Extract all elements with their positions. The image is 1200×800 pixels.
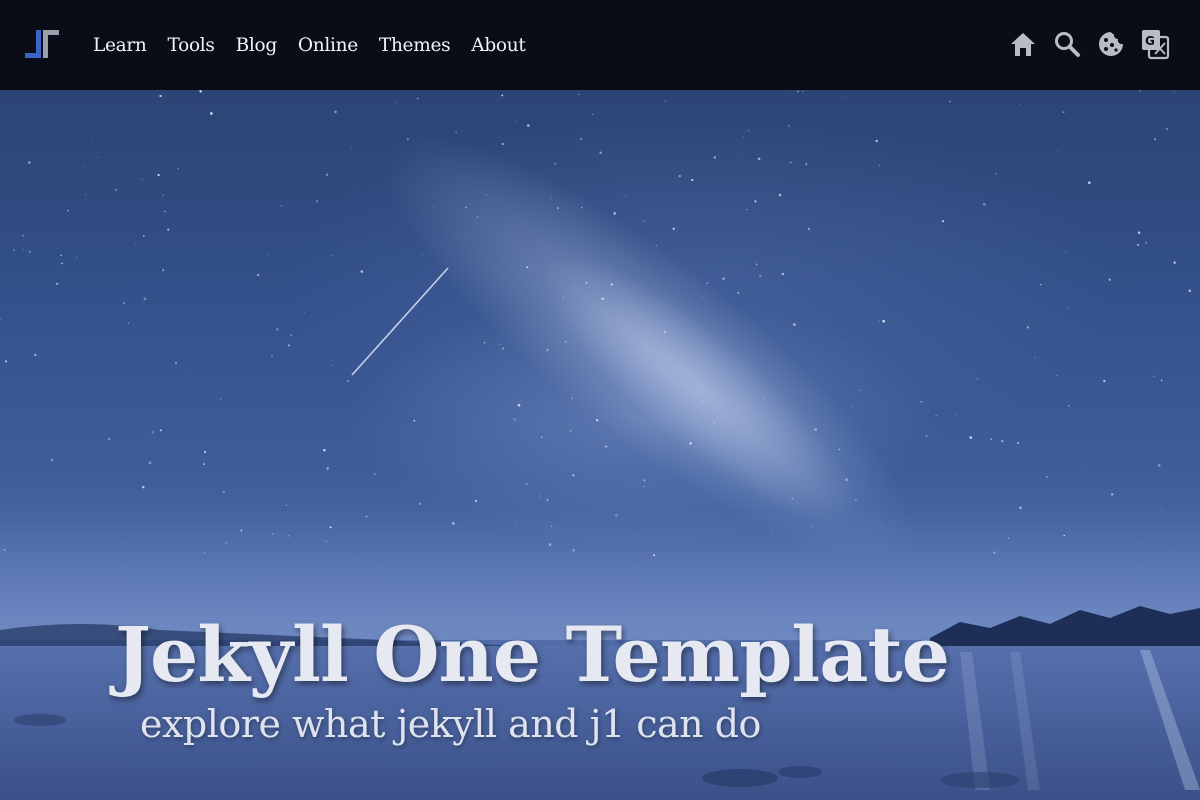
j1-logo-icon	[25, 30, 59, 58]
home-icon	[1011, 33, 1035, 56]
brand-logo[interactable]	[22, 26, 62, 64]
home-button[interactable]	[1008, 28, 1038, 60]
menu-learn[interactable]: Learn	[93, 35, 147, 56]
menu-blog[interactable]: Blog	[236, 35, 278, 56]
menu-online[interactable]: Online	[298, 35, 358, 56]
translate-button[interactable]: G	[1140, 28, 1170, 60]
navbar-quicklinks: G	[994, 28, 1170, 60]
hero-banner: Jekyll One Template explore what jekyll …	[0, 90, 1200, 800]
hero-tagline: explore what jekyll and j1 can do	[140, 702, 761, 746]
menu-about[interactable]: About	[471, 35, 526, 56]
svg-text:G: G	[1145, 34, 1155, 48]
translate-icon: G	[1142, 30, 1170, 60]
search-button[interactable]	[1052, 28, 1082, 60]
cookie-settings-button[interactable]	[1096, 28, 1126, 60]
hero-title: Jekyll One Template	[115, 610, 950, 699]
top-navbar: Learn Tools Blog Online Themes About G	[0, 0, 1200, 90]
cookie-icon	[1099, 32, 1123, 56]
menu-themes[interactable]: Themes	[379, 35, 451, 56]
menu-tools[interactable]: Tools	[168, 35, 215, 56]
main-menu: Learn Tools Blog Online Themes About	[93, 0, 547, 90]
search-icon	[1055, 32, 1080, 57]
